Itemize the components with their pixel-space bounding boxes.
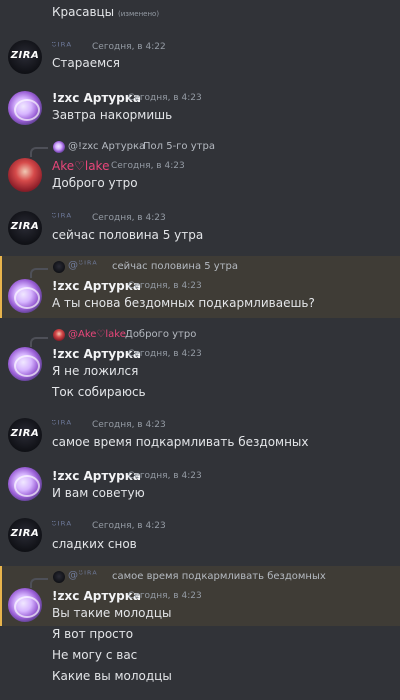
user-avatar[interactable]: ZIRA — [8, 418, 42, 452]
message-text: Ток собираюсь — [52, 385, 146, 399]
message-text: Я не ложился — [52, 364, 139, 378]
username[interactable]: ᵕ̈ᴵᴿᴬ — [52, 519, 72, 532]
timestamp: Сегодня, в 4:23 — [92, 521, 166, 531]
reply-connector — [30, 337, 48, 347]
timestamp: Сегодня, в 4:22 — [92, 42, 166, 52]
edited-label: (изменено) — [117, 10, 160, 18]
message-text: Я вот просто — [52, 627, 134, 641]
user-avatar[interactable] — [8, 91, 42, 125]
message-feed: Красавцы (изменено) ZIRA ᵕ̈ᴵᴿᴬ Сегодня, … — [0, 0, 400, 700]
user-avatar[interactable] — [8, 467, 42, 501]
user-avatar[interactable] — [8, 588, 42, 622]
message-text: самое время подкармливать бездомных — [52, 435, 309, 449]
timestamp: Сегодня, в 4:23 — [92, 213, 166, 223]
username[interactable]: ᵕ̈ᴵᴿᴬ — [52, 418, 72, 431]
reply-preview[interactable]: Пол 5-го утра — [143, 141, 215, 152]
reply-author[interactable]: @!zxc Артурка — [68, 141, 145, 152]
username[interactable]: ᵕ̈ᴵᴿᴬ — [52, 211, 72, 224]
timestamp: Сегодня, в 4:23 — [128, 93, 202, 103]
avatar-logo-text: ZIRA — [10, 50, 40, 61]
avatar-logo-text: ZIRA — [10, 428, 40, 439]
message-text: А ты снова бездомных подкармливаешь? — [52, 296, 315, 310]
timestamp: Сегодня, в 4:23 — [128, 471, 202, 481]
reply-author[interactable]: @Ake♡lake — [68, 329, 126, 340]
reply-author[interactable]: @ᵕ̈ᴵᴿᴬ — [68, 260, 98, 271]
username[interactable]: ᵕ̈ᴵᴿᴬ — [52, 40, 72, 53]
username[interactable]: Ake♡lake — [52, 159, 109, 173]
timestamp: Сегодня, в 4:23 — [111, 161, 185, 171]
reply-connector — [30, 147, 48, 157]
reply-connector — [30, 578, 48, 588]
user-avatar[interactable] — [8, 347, 42, 381]
user-avatar[interactable] — [8, 158, 42, 192]
reply-avatar — [53, 571, 65, 583]
reply-avatar — [53, 329, 65, 341]
user-avatar[interactable]: ZIRA — [8, 40, 42, 74]
message-text: Стараемся — [52, 56, 120, 70]
user-avatar[interactable]: ZIRA — [8, 211, 42, 245]
reply-connector — [30, 268, 48, 278]
reply-preview[interactable]: сейчас половина 5 утра — [112, 261, 238, 272]
message-text: сейчас половина 5 утра — [52, 228, 204, 242]
user-avatar[interactable]: ZIRA — [8, 518, 42, 552]
message-text: Красавцы (изменено) — [52, 5, 160, 19]
reply-preview[interactable]: Доброго утро — [125, 329, 196, 340]
message-text: Завтра накормишь — [52, 108, 173, 122]
reply-author[interactable]: @ᵕ̈ᴵᴿᴬ — [68, 570, 98, 581]
timestamp: Сегодня, в 4:23 — [92, 420, 166, 430]
message-text: Не могу с вас — [52, 648, 138, 662]
reply-avatar — [53, 141, 65, 153]
message-text: Какие вы молодцы — [52, 669, 172, 683]
user-avatar[interactable] — [8, 279, 42, 313]
avatar-logo-text: ZIRA — [10, 221, 40, 232]
message-text: сладких снов — [52, 537, 137, 551]
reply-preview[interactable]: самое время подкармливать бездомных — [112, 571, 326, 582]
timestamp: Сегодня, в 4:23 — [128, 591, 202, 601]
timestamp: Сегодня, в 4:23 — [128, 281, 202, 291]
avatar-logo-text: ZIRA — [10, 528, 40, 539]
message-text: И вам советую — [52, 486, 145, 500]
message-text: Доброго утро — [52, 176, 138, 190]
timestamp: Сегодня, в 4:23 — [128, 349, 202, 359]
message-text: Вы такие молодцы — [52, 606, 172, 620]
reply-avatar — [53, 261, 65, 273]
